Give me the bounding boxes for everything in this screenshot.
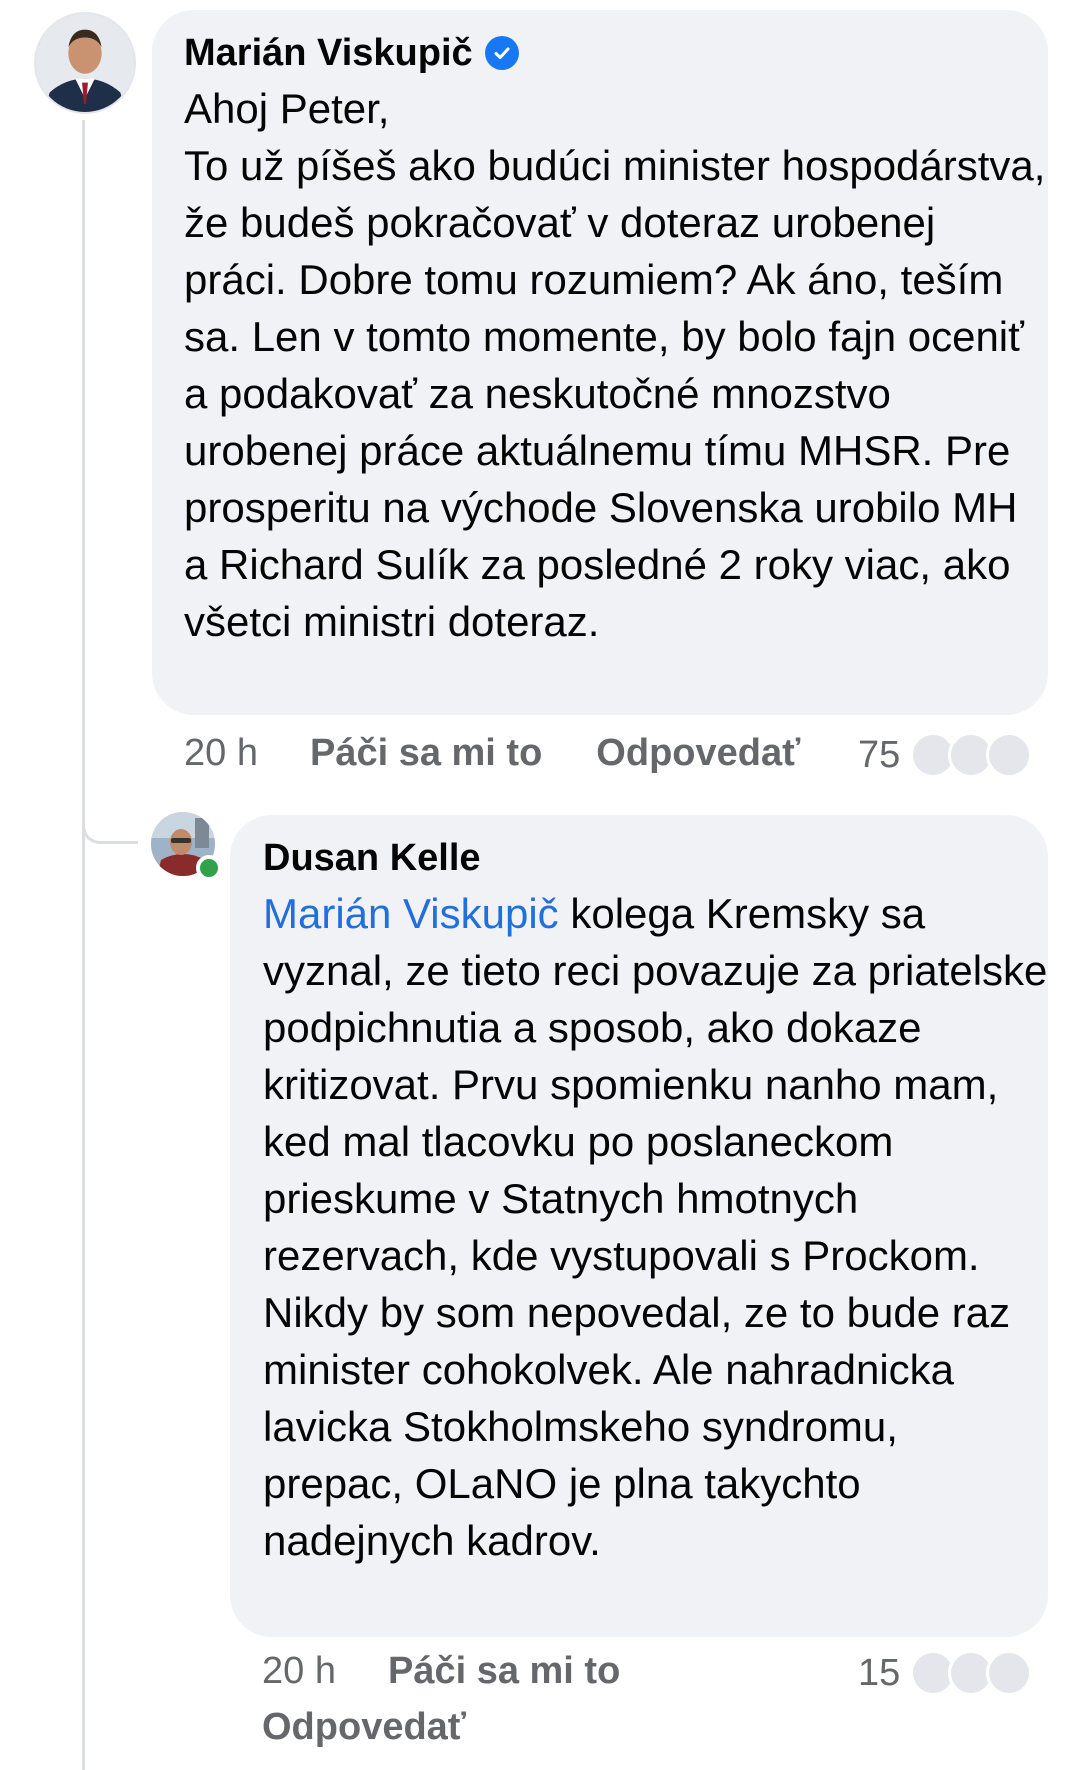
- thread-line: [82, 120, 85, 1770]
- comment-bubble: Marián Viskupič Ahoj Peter, To už píšeš …: [152, 10, 1048, 715]
- reply-button[interactable]: Odpovedať: [596, 732, 800, 775]
- reply-actions: 20 h Páči sa mi to: [262, 1650, 620, 1693]
- like-button[interactable]: Páči sa mi to: [388, 1650, 620, 1693]
- reply-text: Marián Viskupič kolega Kremsky sa vyznal…: [263, 885, 1048, 1569]
- mention-link[interactable]: Marián Viskupič: [263, 890, 559, 937]
- author-name[interactable]: Marián Viskupič: [184, 30, 473, 76]
- comment-time[interactable]: 20 h: [184, 732, 258, 775]
- comment-actions: 20 h Páči sa mi to Odpovedať: [184, 732, 800, 775]
- reply-time[interactable]: 20 h: [262, 1650, 336, 1693]
- verified-badge-icon: [484, 36, 519, 70]
- reply-connector: [82, 760, 138, 844]
- reply-author[interactable]: Dusan Kelle: [263, 835, 1048, 881]
- reaction-icon: [986, 732, 1033, 778]
- comment-text: Ahoj Peter, To už píšeš ako budúci minis…: [184, 85, 1046, 645]
- profile-photo-icon: [36, 14, 134, 112]
- reaction-icons: [910, 1650, 1033, 1696]
- comment-author[interactable]: Marián Viskupič: [184, 30, 1048, 76]
- reply-bubble: Dusan Kelle Marián Viskupič kolega Krems…: [230, 815, 1048, 1637]
- avatar[interactable]: [34, 12, 136, 114]
- reaction-icons: [910, 732, 1033, 778]
- reply-button[interactable]: Odpovedať: [262, 1706, 466, 1749]
- reaction-count: 75: [858, 733, 901, 776]
- author-name[interactable]: Dusan Kelle: [263, 835, 481, 881]
- reaction-summary[interactable]: 75: [858, 732, 1033, 778]
- like-button[interactable]: Páči sa mi to: [310, 732, 542, 775]
- reaction-summary[interactable]: 15: [858, 1650, 1033, 1696]
- reaction-count: 15: [858, 1651, 901, 1694]
- online-status-icon: [196, 855, 222, 881]
- reaction-icon: [986, 1650, 1033, 1696]
- reply-body: kolega Kremsky sa vyznal, ze tieto reci …: [263, 890, 1048, 1564]
